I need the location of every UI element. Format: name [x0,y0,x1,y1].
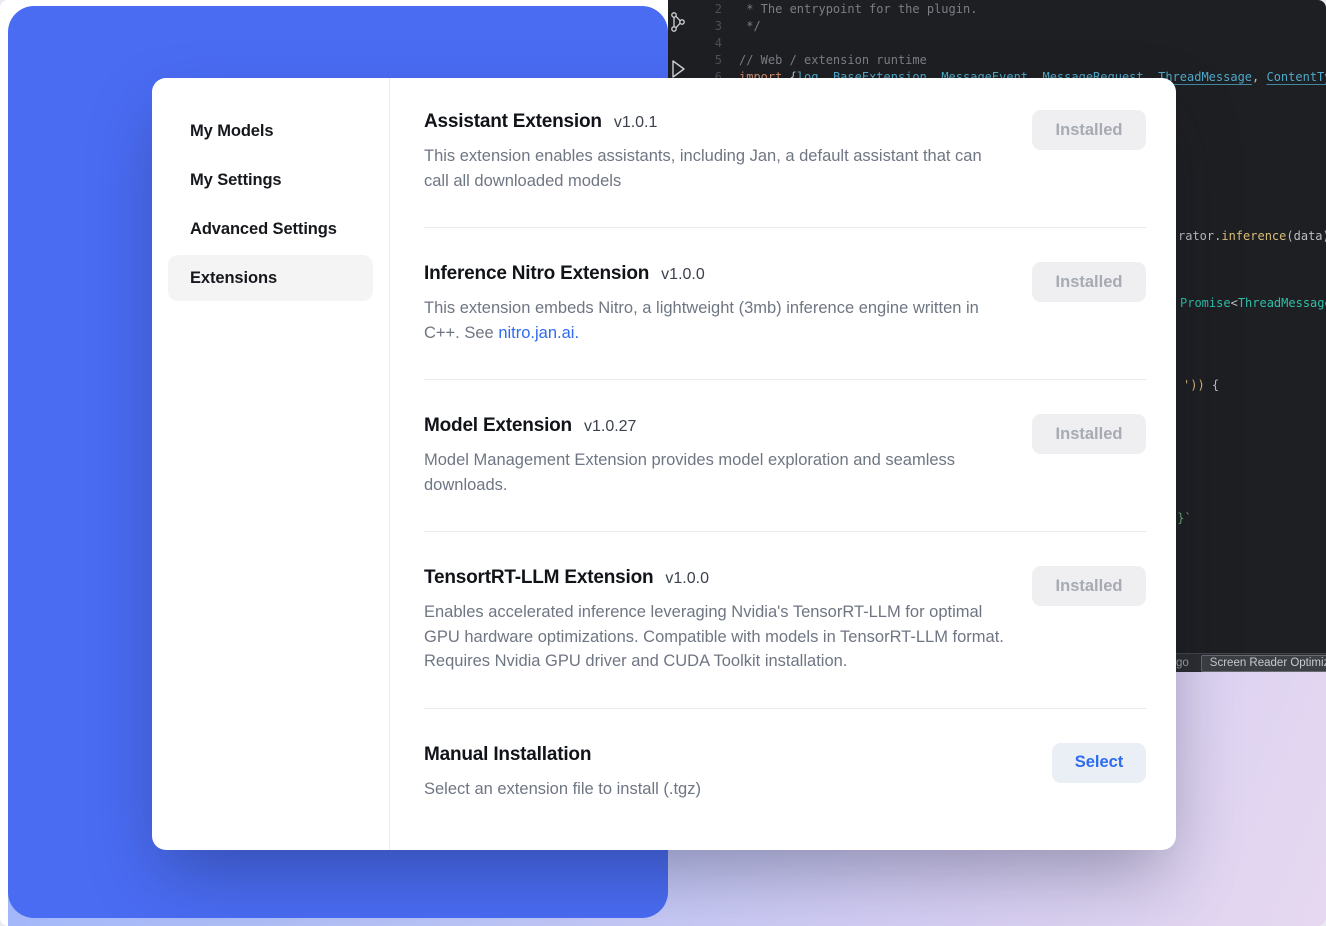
code-fragment: Promise<ThreadMessage> [1180,296,1326,310]
extension-title: TensortRT-LLM Extension [424,566,653,590]
manual-installation-title: Manual Installation [424,743,591,767]
extension-description: This extension enables assistants, inclu… [424,144,1008,193]
extension-version: v1.0.0 [665,570,709,588]
activity-bar [668,0,688,86]
extension-row-model: Model Extension v1.0.27 Model Management… [424,414,1146,497]
row-divider [424,379,1146,380]
extension-description: Enables accelerated inference leveraging… [424,600,1008,674]
installed-button[interactable]: Installed [1032,110,1146,150]
sidebar-item-extensions[interactable]: Extensions [168,255,373,301]
code-line: */ [739,18,1326,35]
extension-title: Inference Nitro Extension [424,262,649,286]
extension-title: Assistant Extension [424,110,602,134]
manual-installation-description: Select an extension file to install (.tg… [424,777,701,802]
run-icon[interactable] [668,58,688,80]
extension-row-assistant: Assistant Extension v1.0.1 This extensio… [424,110,1146,193]
status-text: go [1176,657,1189,669]
extension-version: v1.0.1 [614,114,658,132]
code-fragment: rator.inference(data)); [1178,229,1326,243]
row-divider [424,227,1146,228]
installed-button[interactable]: Installed [1032,566,1146,606]
row-divider [424,708,1146,709]
sidebar-item-my-settings[interactable]: My Settings [168,157,373,203]
code-lines: * The entrypoint for the plugin. */ // W… [728,1,1326,86]
code-line: // Web / extension runtime [739,52,1326,69]
row-divider [424,531,1146,532]
extension-description: Model Management Extension provides mode… [424,448,1008,497]
settings-sidebar: My Models My Settings Advanced Settings … [152,78,390,850]
screen-reader-chip[interactable]: Screen Reader Optimized [1201,655,1326,672]
code-pane[interactable]: 2 3 4 5 6 * The entrypoint for the plugi… [688,0,1326,86]
sidebar-item-my-models[interactable]: My Models [168,108,373,154]
extensions-panel: Assistant Extension v1.0.1 This extensio… [390,78,1176,850]
manual-installation-row: Manual Installation Select an extension … [424,743,1146,802]
extension-description: This extension embeds Nitro, a lightweig… [424,296,1008,345]
code-line: * The entrypoint for the plugin. [739,1,1326,18]
sidebar-item-advanced-settings[interactable]: Advanced Settings [168,206,373,252]
source-control-icon[interactable] [668,10,688,34]
extension-title: Model Extension [424,414,572,438]
extension-version: v1.0.27 [584,418,636,436]
installed-button[interactable]: Installed [1032,414,1146,454]
code-line [739,35,1326,52]
code-fragment: ')) { [1183,378,1219,392]
line-numbers: 2 3 4 5 6 [688,1,728,86]
settings-modal: My Models My Settings Advanced Settings … [152,78,1176,850]
select-file-button[interactable]: Select [1052,743,1146,783]
app-canvas: 2 3 4 5 6 * The entrypoint for the plugi… [0,0,1326,926]
extension-version: v1.0.0 [661,266,705,284]
extension-row-tensorrt-llm: TensortRT-LLM Extension v1.0.0 Enables a… [424,566,1146,674]
installed-button[interactable]: Installed [1032,262,1146,302]
extension-row-inference-nitro: Inference Nitro Extension v1.0.0 This ex… [424,262,1146,345]
nitro-jan-ai-link[interactable]: nitro.jan.ai. [498,324,579,342]
